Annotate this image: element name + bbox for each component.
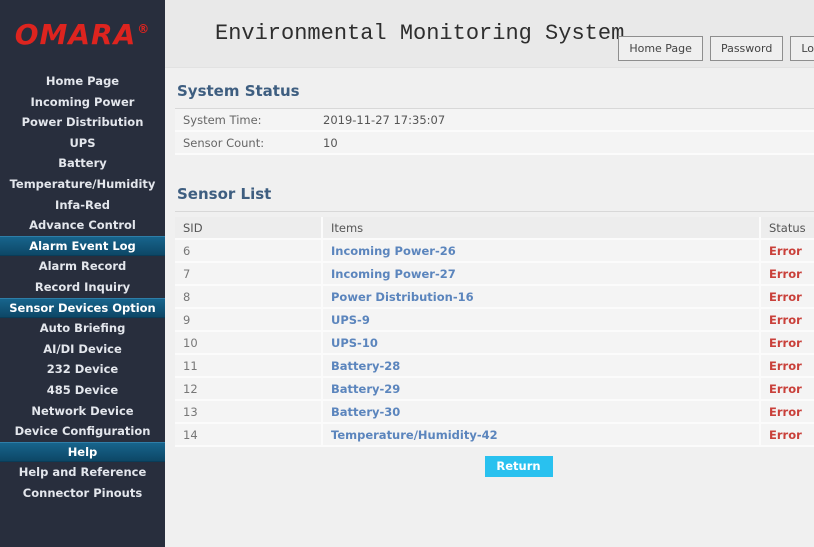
- sensor-count-label: Sensor Count:: [175, 136, 323, 150]
- sensor-table: SID Items Status 6 Incoming Power-26 Err…: [175, 217, 814, 447]
- header-button-logout[interactable]: Logout: [790, 36, 814, 61]
- sidebar-item-incoming-power[interactable]: Incoming Power: [0, 92, 165, 113]
- item-link[interactable]: UPS-10: [323, 332, 761, 355]
- column-header-items: Items: [323, 217, 761, 240]
- sensor-count-row: Sensor Count: 10: [175, 132, 814, 155]
- sidebar-item-device-configuration[interactable]: Device Configuration: [0, 421, 165, 442]
- return-button-row: Return: [175, 447, 814, 477]
- header-bar: Environmental Monitoring System Home Pag…: [165, 0, 814, 68]
- sensor-table-row: 11 Battery-28 Error: [175, 355, 814, 378]
- column-header-status: Status: [761, 217, 814, 240]
- sensor-count-value: 10: [323, 136, 338, 150]
- sensor-table-row: 12 Battery-29 Error: [175, 378, 814, 401]
- sidebar-item-auto-briefing[interactable]: Auto Briefing: [0, 318, 165, 339]
- sid-cell: 6: [175, 240, 323, 263]
- sidebar-item-alarm-record[interactable]: Alarm Record: [0, 256, 165, 277]
- header-buttons: Home Page Password Logout: [611, 36, 814, 61]
- page-title: Environmental Monitoring System: [215, 21, 624, 46]
- item-link[interactable]: Battery-30: [323, 401, 761, 424]
- status-cell: Error: [761, 424, 814, 447]
- sidebar-menu: Home PageIncoming PowerPower Distributio…: [0, 68, 165, 547]
- sidebar-item-ups[interactable]: UPS: [0, 133, 165, 154]
- sidebar-item-485-device[interactable]: 485 Device: [0, 380, 165, 401]
- sidebar-item-connector-pinouts[interactable]: Connector Pinouts: [0, 483, 165, 504]
- main-content: System Status System Time: 2019-11-27 17…: [165, 68, 814, 547]
- sensor-table-row: 14 Temperature/Humidity-42 Error: [175, 424, 814, 447]
- status-cell: Error: [761, 309, 814, 332]
- column-header-sid: SID: [175, 217, 323, 240]
- sidebar-item-advance-control[interactable]: Advance Control: [0, 215, 165, 236]
- sid-cell: 7: [175, 263, 323, 286]
- header: OMARA® Environmental Monitoring System H…: [0, 0, 814, 68]
- header-button-home-page[interactable]: Home Page: [618, 36, 703, 61]
- sidebar-item-alarm-event-log[interactable]: Alarm Event Log: [0, 236, 165, 257]
- item-link[interactable]: UPS-9: [323, 309, 761, 332]
- sid-cell: 13: [175, 401, 323, 424]
- status-cell: Error: [761, 401, 814, 424]
- item-link[interactable]: Incoming Power-27: [323, 263, 761, 286]
- registered-mark: ®: [137, 22, 150, 36]
- item-link[interactable]: Incoming Power-26: [323, 240, 761, 263]
- sensor-table-row: 8 Power Distribution-16 Error: [175, 286, 814, 309]
- item-link[interactable]: Battery-29: [323, 378, 761, 401]
- sid-cell: 14: [175, 424, 323, 447]
- status-cell: Error: [761, 332, 814, 355]
- sidebar-item-infa-red[interactable]: Infa-Red: [0, 195, 165, 216]
- header-button-password[interactable]: Password: [710, 36, 783, 61]
- sidebar-item-battery[interactable]: Battery: [0, 153, 165, 174]
- status-cell: Error: [761, 240, 814, 263]
- omara-logo: OMARA®: [15, 18, 151, 51]
- item-link[interactable]: Power Distribution-16: [323, 286, 761, 309]
- sid-cell: 12: [175, 378, 323, 401]
- item-link[interactable]: Temperature/Humidity-42: [323, 424, 761, 447]
- sidebar-item-power-distribution[interactable]: Power Distribution: [0, 112, 165, 133]
- sensor-list-section: Sensor List SID Items Status 6 Incoming …: [175, 173, 814, 477]
- system-time-label: System Time:: [175, 113, 323, 127]
- system-time-value: 2019-11-27 17:35:07: [323, 113, 445, 127]
- sid-cell: 8: [175, 286, 323, 309]
- sensor-table-body: 6 Incoming Power-26 Error 7 Incoming Pow…: [175, 240, 814, 447]
- system-status-title: System Status: [175, 70, 814, 109]
- return-button[interactable]: Return: [485, 456, 553, 477]
- sidebar-item-232-device[interactable]: 232 Device: [0, 359, 165, 380]
- sidebar-item-help[interactable]: Help: [0, 442, 165, 463]
- status-cell: Error: [761, 286, 814, 309]
- sidebar-item-sensor-devices-option[interactable]: Sensor Devices Option: [0, 298, 165, 319]
- sid-cell: 11: [175, 355, 323, 378]
- sidebar-item-ai-di-device[interactable]: AI/DI Device: [0, 339, 165, 360]
- sid-cell: 10: [175, 332, 323, 355]
- sidebar-item-temperature-humidity[interactable]: Temperature/Humidity: [0, 174, 165, 195]
- sensor-list-title: Sensor List: [175, 173, 814, 212]
- sidebar-item-network-device[interactable]: Network Device: [0, 401, 165, 422]
- sensor-table-row: 10 UPS-10 Error: [175, 332, 814, 355]
- status-cell: Error: [761, 355, 814, 378]
- sid-cell: 9: [175, 309, 323, 332]
- sensor-table-row: 13 Battery-30 Error: [175, 401, 814, 424]
- item-link[interactable]: Battery-28: [323, 355, 761, 378]
- status-cell: Error: [761, 378, 814, 401]
- sensor-table-row: 9 UPS-9 Error: [175, 309, 814, 332]
- logo-text: OMARA: [15, 18, 137, 51]
- status-cell: Error: [761, 263, 814, 286]
- sidebar-item-home-page[interactable]: Home Page: [0, 71, 165, 92]
- sidebar-item-help-and-reference[interactable]: Help and Reference: [0, 462, 165, 483]
- system-status-section: System Status System Time: 2019-11-27 17…: [175, 70, 814, 155]
- sidebar-item-record-inquiry[interactable]: Record Inquiry: [0, 277, 165, 298]
- logo-block: OMARA®: [0, 0, 165, 68]
- sensor-table-row: 6 Incoming Power-26 Error: [175, 240, 814, 263]
- system-time-row: System Time: 2019-11-27 17:35:07: [175, 109, 814, 132]
- sensor-table-row: 7 Incoming Power-27 Error: [175, 263, 814, 286]
- sensor-table-header-row: SID Items Status: [175, 217, 814, 240]
- app-window: OMARA® Environmental Monitoring System H…: [0, 0, 814, 547]
